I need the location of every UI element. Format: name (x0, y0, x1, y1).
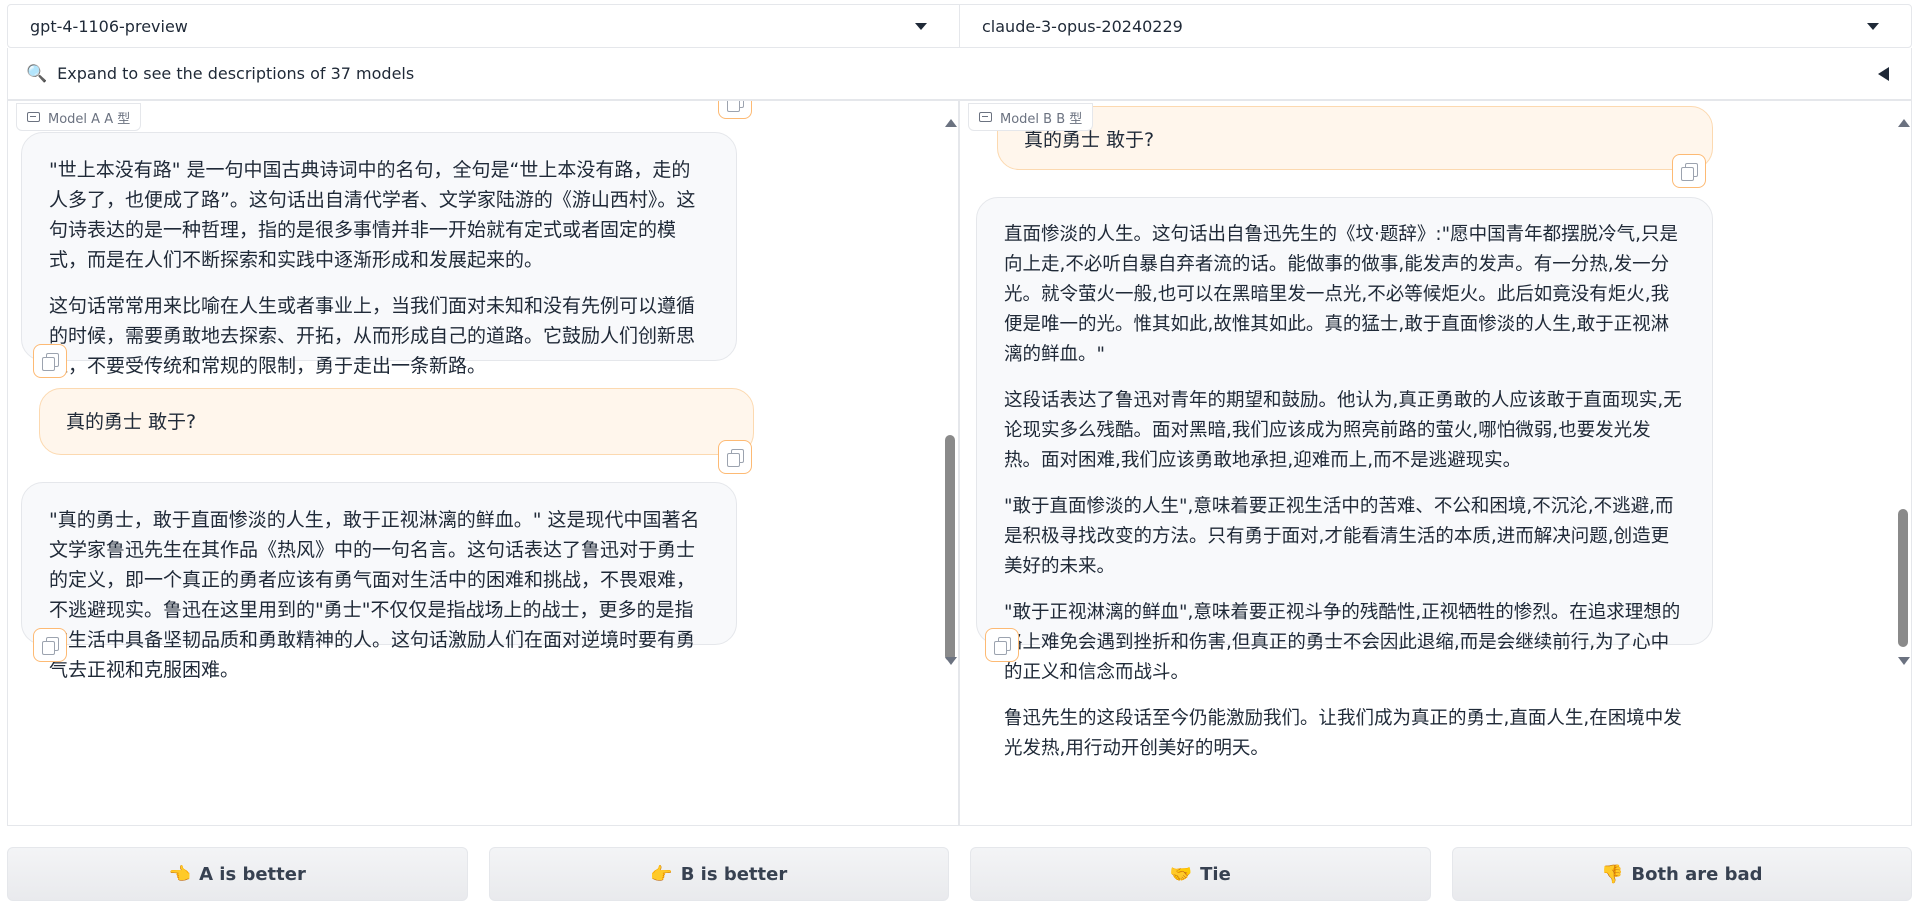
scroll-up-icon[interactable] (1898, 119, 1910, 127)
expand-toggle-icon[interactable] (1878, 67, 1889, 81)
message-paragraph: "敢于正视淋漓的鲜血",意味着要正视斗争的残酷性,正视牺牲的惨烈。在追求理想的路… (1004, 602, 1681, 683)
model-selector-row: gpt-4-1106-preview claude-3-opus-2024022… (7, 4, 1912, 48)
chatbot-panel-a: Model A A 型 "世上本没有路" 是一句中国古典诗词中的名句，全句是“世… (7, 100, 959, 826)
model-descriptions-accordion[interactable]: 🔍 Expand to see the descriptions of 37 m… (7, 48, 1912, 100)
handshake-icon: 🤝 (1169, 863, 1193, 885)
panel-label-a: Model A A 型 (16, 103, 142, 131)
chevron-down-icon (915, 23, 927, 30)
assistant-message: 直面惨淡的人生。这句话出自鲁迅先生的《坟·题辞》:"愿中国青年都摆脱冷气,只是向… (976, 197, 1713, 759)
scroll-down-icon[interactable] (945, 657, 957, 665)
tie-button[interactable]: 🤝 Tie (970, 847, 1431, 901)
model-a-dropdown[interactable]: gpt-4-1106-preview (8, 5, 959, 47)
model-a-selected-value: gpt-4-1106-preview (30, 16, 188, 36)
scroll-thumb[interactable] (1898, 509, 1908, 647)
message-paragraph: 直面惨淡的人生。这句话出自鲁迅先生的《坟·题辞》:"愿中国青年都摆脱冷气,只是向… (1004, 224, 1679, 365)
message-paragraph: "真的勇士，敢于直面惨淡的人生，敢于正视淋漓的鲜血。" 这是现代中国著名文学家鲁… (49, 509, 700, 681)
vote-label: A is better (199, 863, 306, 885)
chevron-down-icon (1867, 23, 1879, 30)
both-bad-button[interactable]: 👎 Both are bad (1451, 847, 1912, 901)
scroll-down-icon[interactable] (1898, 657, 1910, 665)
assistant-message: "真的勇士，敢于直面惨淡的人生，敢于正视淋漓的鲜血。" 这是现代中国著名文学家鲁… (21, 482, 737, 681)
user-message-text: 真的勇士 敢于? (66, 411, 197, 433)
point-right-icon: 👉 (650, 863, 673, 885)
panel-a-title: Model A A 型 (48, 111, 131, 127)
vote-label: Both are bad (1631, 863, 1763, 885)
model-b-selected-value: claude-3-opus-20240229 (982, 16, 1183, 36)
a-is-better-button[interactable]: 👈 A is better (7, 847, 468, 901)
copy-icon[interactable] (33, 628, 67, 662)
copy-icon[interactable] (985, 628, 1019, 662)
copy-icon[interactable] (718, 440, 752, 474)
arena-app: gpt-4-1106-preview claude-3-opus-2024022… (0, 0, 1920, 913)
b-is-better-button[interactable]: 👉 B is better (488, 847, 949, 901)
message-paragraph: "敢于直面惨淡的人生",意味着要正视生活中的苦难、不公和困境,不沉沦,不逃避,而… (1004, 496, 1674, 577)
model-b-dropdown[interactable]: claude-3-opus-20240229 (959, 5, 1911, 47)
message-paragraph: 这句话常常用来比喻在人生或者事业上，当我们面对未知和没有先例可以遵循的时候，需要… (49, 295, 696, 377)
vote-button-row: 👈 A is better 👉 B is better 🤝 Tie 👎 Both… (7, 847, 1912, 901)
message-paragraph: 这段话表达了鲁迅对青年的期望和鼓励。他认为,真正勇敢的人应该敢于直面现实,无论现… (1004, 390, 1682, 471)
magnifier-icon: 🔍 (26, 63, 48, 84)
vote-label: Tie (1200, 863, 1231, 885)
panel-label-b: Model B B 型 (968, 103, 1094, 131)
copy-icon[interactable] (1672, 154, 1706, 188)
copy-icon[interactable] (718, 101, 752, 119)
user-message: 真的勇士 敢于? (39, 388, 754, 455)
user-message: 真的勇士 敢于? (997, 106, 1713, 170)
vote-label: B is better (680, 863, 788, 885)
copy-icon[interactable] (33, 344, 67, 378)
scroll-up-icon[interactable] (945, 119, 957, 127)
chat-icon (27, 112, 40, 122)
scrollbar-b[interactable] (1896, 117, 1910, 677)
user-message-text: 真的勇士 敢于? (1024, 129, 1155, 151)
panel-b-title: Model B B 型 (1000, 111, 1083, 127)
message-paragraph: 鲁迅先生的这段话至今仍能激励我们。让我们成为真正的勇士,直面人生,在困境中发光发… (1004, 708, 1682, 759)
accordion-label: Expand to see the descriptions of 37 mod… (57, 64, 415, 83)
scroll-thumb[interactable] (945, 435, 955, 661)
point-left-icon: 👈 (168, 863, 192, 885)
scrollbar-a[interactable] (943, 117, 957, 677)
assistant-message: "世上本没有路" 是一句中国古典诗词中的名句，全句是“世上本没有路，走的人多了，… (21, 132, 737, 377)
chatbot-panel-b: Model B B 型 真的勇士 敢于? 直面惨淡的人生。这句话出自鲁迅先生的《… (959, 100, 1912, 826)
message-paragraph: "世上本没有路" 是一句中国古典诗词中的名句，全句是“世上本没有路，走的人多了，… (49, 159, 696, 271)
chat-icon (979, 112, 992, 122)
thumbs-down-icon: 👎 (1600, 863, 1624, 885)
